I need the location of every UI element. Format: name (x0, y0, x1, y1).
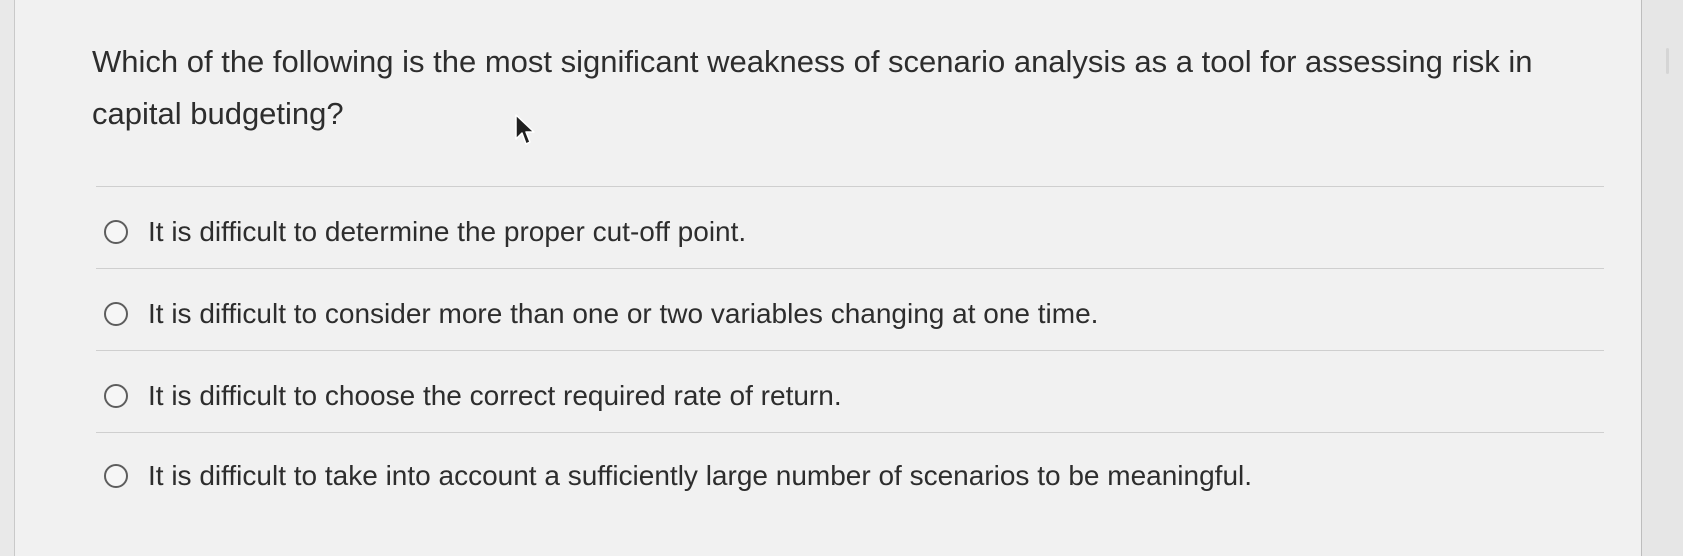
radio-button-icon[interactable] (104, 302, 128, 326)
divider (96, 432, 1604, 433)
radio-button-icon[interactable] (104, 220, 128, 244)
answer-option-3[interactable]: It is difficult to choose the correct re… (104, 370, 1584, 422)
answer-option-label: It is difficult to take into account a s… (148, 460, 1253, 491)
question-text: Which of the following is the most signi… (92, 44, 1533, 131)
scrollbar-thumb[interactable] (1666, 48, 1669, 74)
answer-option-label: It is difficult to consider more than on… (148, 298, 1099, 329)
divider (96, 350, 1604, 351)
answer-option-label: It is difficult to choose the correct re… (148, 380, 842, 411)
answer-option-4[interactable]: It is difficult to take into account a s… (104, 450, 1584, 502)
answer-option-2[interactable]: It is difficult to consider more than on… (104, 288, 1584, 340)
divider (96, 268, 1604, 269)
mouse-pointer-icon (515, 114, 535, 145)
radio-button-icon[interactable] (104, 384, 128, 408)
answer-option-1[interactable]: It is difficult to determine the proper … (104, 206, 1584, 258)
divider (96, 186, 1604, 187)
radio-button-icon[interactable] (104, 464, 128, 488)
answer-option-label: It is difficult to determine the proper … (148, 216, 747, 247)
right-gutter (1642, 0, 1683, 556)
